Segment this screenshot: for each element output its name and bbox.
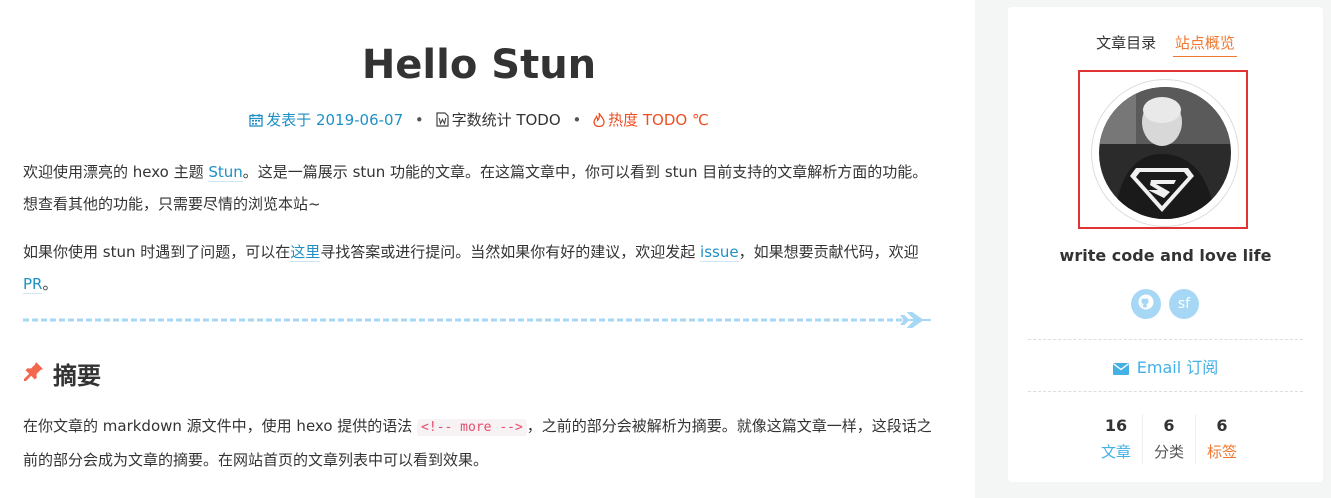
meta-separator: •: [572, 111, 582, 129]
stun-link[interactable]: Stun: [208, 163, 243, 182]
file-word-icon: [435, 110, 449, 134]
envelope-icon: [1112, 360, 1129, 379]
post-wordcount-text: 字数统计 TODO: [451, 111, 561, 129]
stat-tags-label: 标签: [1206, 443, 1237, 461]
post-heat-text: 热度 TODO ℃: [608, 111, 709, 129]
meta-separator: •: [414, 111, 424, 129]
social-links: sf: [1131, 289, 1201, 319]
segmentfault-link[interactable]: sf: [1169, 289, 1199, 319]
paragraph-text: 如果你使用 stun 时遇到了问题，可以在: [23, 243, 291, 261]
section-divider: [23, 310, 935, 330]
pr-link[interactable]: PR: [23, 275, 43, 294]
stat-posts-count: 16: [1104, 416, 1128, 435]
email-subscribe-link[interactable]: Email 订阅: [1008, 354, 1323, 379]
post-title: Hello Stun: [361, 42, 597, 88]
site-motto: write code and love life: [1059, 246, 1272, 265]
paragraph-text: 寻找答案或进行提问。当然如果你有好的建议，欢迎发起: [320, 243, 701, 261]
site-stats: 16 文章 6 分类 6 标签: [1090, 414, 1250, 464]
stat-tags[interactable]: 6 标签: [1195, 414, 1248, 464]
summary-heading: 摘要: [23, 355, 101, 391]
divider: [1028, 339, 1303, 340]
issue-link[interactable]: issue: [700, 243, 739, 262]
help-paragraph: 如果你使用 stun 时遇到了问题，可以在这里寻找答案或进行提问。当然如果你有好…: [23, 236, 938, 300]
post-date: 发表于 2019-06-07: [249, 111, 408, 129]
stat-posts-label: 文章: [1100, 443, 1131, 461]
summary-paragraph: 在你文章的 markdown 源文件中，使用 hexo 提供的语法 <!-- m…: [23, 410, 938, 476]
email-subscribe-text: Email 订阅: [1136, 358, 1219, 377]
avatar[interactable]: [1091, 79, 1239, 227]
github-icon: [1138, 294, 1154, 314]
post-meta: 发表于 2019-06-07 • 字数统计 TODO • 热度 TODO ℃: [0, 108, 958, 134]
here-link[interactable]: 这里: [290, 243, 321, 262]
fire-icon: [593, 110, 605, 134]
github-link[interactable]: [1131, 289, 1161, 319]
tab-toc[interactable]: 文章目录: [1094, 32, 1158, 56]
pushpin-icon: [23, 360, 45, 386]
stat-categories-label: 分类: [1153, 443, 1184, 461]
inline-code: <!-- more -->: [417, 419, 527, 436]
stat-tags-count: 6: [1216, 416, 1228, 435]
intro-paragraph: 欢迎使用漂亮的 hexo 主题 Stun。这是一篇展示 stun 功能的文章。在…: [23, 156, 938, 220]
post-wordcount: 字数统计 TODO: [435, 111, 566, 129]
tab-overview[interactable]: 站点概览: [1172, 32, 1237, 57]
summary-heading-text: 摘要: [53, 361, 101, 390]
paragraph-text: 欢迎使用漂亮的 hexo 主题: [23, 163, 209, 181]
paragraph-text: ，如果想要贡献代码，欢迎: [738, 243, 919, 261]
paragraph-text: 。: [42, 275, 58, 293]
calendar-icon: [249, 110, 263, 134]
stat-categories[interactable]: 6 分类: [1142, 414, 1195, 464]
post-date-text: 发表于 2019-06-07: [266, 111, 404, 129]
segmentfault-icon: sf: [1177, 296, 1191, 312]
stat-categories-count: 6: [1163, 416, 1175, 435]
sidebar-tabs: 文章目录 站点概览: [1008, 32, 1323, 57]
paragraph-text: 在你文章的 markdown 源文件中，使用 hexo 提供的语法: [23, 417, 418, 435]
divider: [1028, 391, 1303, 392]
stat-posts[interactable]: 16 文章: [1090, 414, 1142, 464]
post-heat: 热度 TODO ℃: [593, 111, 709, 129]
